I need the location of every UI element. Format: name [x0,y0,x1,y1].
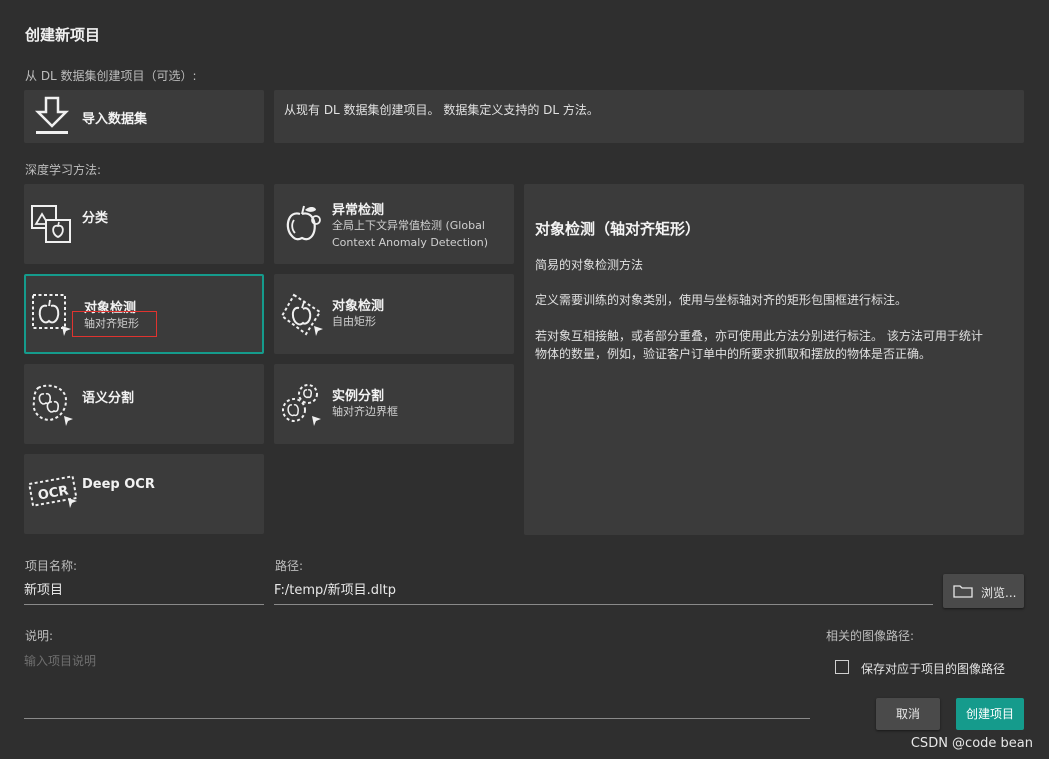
detail-title: 对象检测（轴对齐矩形） [535,220,701,238]
detail-paragraph-1: 简易的对象检测方法 [535,258,644,272]
create-project-button[interactable]: 创建项目 [956,698,1024,730]
anomaly-detection-icon [286,205,321,241]
save-image-path-checkbox[interactable] [835,660,849,674]
project-name-label: 项目名称: [25,559,78,573]
dataset-description-box: 从现有 DL 数据集创建项目。 数据集定义支持的 DL 方法。 [274,90,1024,143]
path-input[interactable]: F:/temp/新项目.dltp [274,578,933,605]
method-card-semantic-segmentation[interactable]: 语义分割 [24,364,264,444]
semantic-segmentation-icon [32,384,73,426]
methods-label: 深度学习方法: [25,163,102,177]
description-placeholder: 输入项目说明 [24,654,97,668]
method-title: 异常检测 [332,203,385,218]
method-card-anomaly-detection[interactable]: 异常检测 全局上下文异常值检测 (Global Context Anomaly … [274,184,514,264]
save-image-path-label[interactable]: 保存对应于项目的图像路径 [861,660,1005,677]
highlight-box [72,311,157,337]
method-subtitle: 全局上下文异常值检测 (Global Context Anomaly Detec… [332,219,489,249]
description-input[interactable]: 输入项目说明 [24,648,810,719]
import-dataset-label: 导入数据集 [82,112,148,127]
description-label: 说明: [25,629,54,643]
ocr-icon: OCR [28,475,78,508]
instance-segmentation-icon [282,384,321,426]
dataset-section-label: 从 DL 数据集创建项目（可选）: [25,69,197,83]
download-icon [34,96,70,134]
method-title: 语义分割 [82,391,135,406]
method-title: 对象检测 [332,299,385,314]
classification-icon [31,205,71,243]
detail-paragraph-2: 定义需要训练的对象类别，使用与坐标轴对齐的矩形包围框进行标注。 [535,293,908,307]
method-card-object-detection-free[interactable]: 对象检测 自由矩形 [274,274,514,354]
method-title: 实例分割 [332,389,385,404]
method-title: 分类 [82,211,109,226]
dataset-description: 从现有 DL 数据集创建项目。 数据集定义支持的 DL 方法。 [284,103,599,117]
project-name-input[interactable]: 新项目 [24,578,264,605]
object-detection-axis-icon [32,294,71,336]
folder-icon [953,585,973,598]
method-card-classification[interactable]: 分类 [24,184,264,264]
cancel-button[interactable]: 取消 [876,698,940,730]
watermark: CSDN @code bean [910,736,1033,751]
object-detection-free-icon [280,293,323,336]
image-path-label: 相关的图像路径: [826,629,915,643]
detail-paragraph-3: 若对象互相接触，或者部分重叠，亦可使用此方法分别进行标注。 该方法可用于统计物体… [535,329,983,361]
method-detail-panel: 对象检测（轴对齐矩形） 简易的对象检测方法 定义需要训练的对象类别，使用与坐标轴… [524,184,1024,535]
method-subtitle: 自由矩形 [332,315,376,328]
browse-button[interactable]: 浏览... [943,574,1024,608]
path-label: 路径: [275,559,304,573]
browse-label: 浏览... [981,586,1017,600]
method-card-deep-ocr[interactable]: OCR Deep OCR [24,454,264,534]
method-title: Deep OCR [82,477,155,492]
method-subtitle: 轴对齐边界框 [332,405,398,418]
import-dataset-button[interactable]: 导入数据集 [24,90,264,143]
method-card-instance-segmentation[interactable]: 实例分割 轴对齐边界框 [274,364,514,444]
dialog-title: 创建新项目 [25,26,101,44]
